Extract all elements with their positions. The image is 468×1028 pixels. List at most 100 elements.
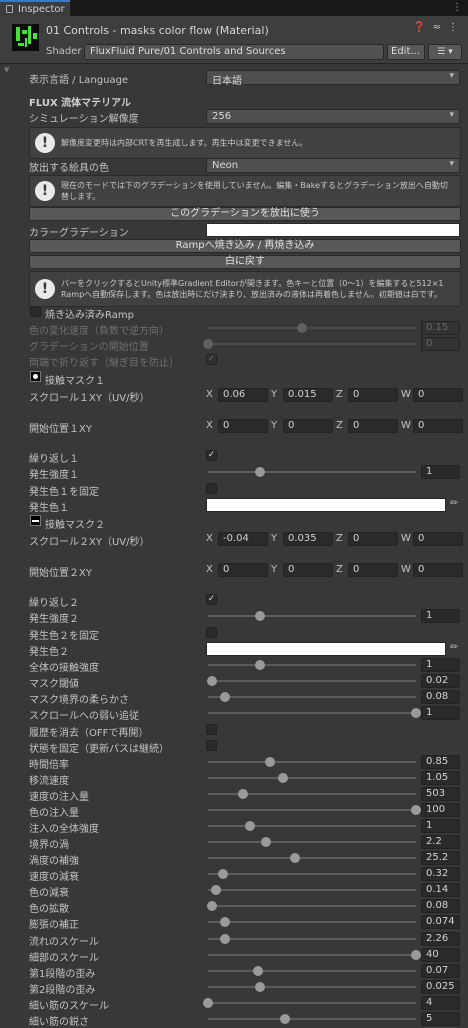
velocity-injection-slider[interactable]	[208, 789, 416, 799]
slider-handle[interactable]	[411, 950, 421, 960]
color-speed-slider[interactable]	[208, 323, 416, 333]
slider-handle[interactable]	[279, 1014, 290, 1024]
eyedropper-icon[interactable]: ✏	[450, 642, 458, 653]
scroll1-y-field[interactable]: 0.015	[283, 388, 333, 402]
slider-handle[interactable]	[203, 339, 213, 349]
gradient-start-slider[interactable]	[203, 339, 416, 349]
mask-softness-slider[interactable]	[208, 692, 416, 702]
offset1-w-field[interactable]: 0	[413, 419, 463, 433]
offset1-x-field[interactable]: 0	[218, 419, 268, 433]
fine-scale-slider[interactable]	[203, 998, 416, 1008]
color-injection-field[interactable]: 100	[421, 803, 460, 817]
scroll2-w-field[interactable]: 0	[413, 532, 463, 546]
intensity1-field[interactable]: 1	[421, 465, 460, 479]
resolution-dropdown[interactable]: 256	[206, 109, 460, 124]
slider-handle[interactable]	[244, 821, 255, 831]
slider-handle[interactable]	[203, 998, 213, 1008]
slider-handle[interactable]	[277, 773, 288, 783]
use-gradient-button[interactable]: このグラデーションを放出に使う	[29, 207, 461, 221]
help-icon[interactable]: ❓	[413, 22, 425, 33]
global-contact-field[interactable]: 1	[421, 658, 460, 672]
velocity-decay-field[interactable]: 0.32	[421, 867, 460, 881]
shader-dropdown[interactable]: FluxFluid Pure/01 Controls and Sources	[84, 44, 384, 60]
scroll2-y-field[interactable]: 0.035	[283, 532, 333, 546]
time-scale-slider[interactable]	[208, 757, 416, 767]
flow-scale-field[interactable]: 2.26	[421, 932, 460, 946]
kebab-menu-icon[interactable]: ⋮	[452, 2, 462, 13]
color2-swatch[interactable]	[206, 642, 446, 656]
slider-handle[interactable]	[255, 660, 265, 670]
scroll1-x-field[interactable]: 0.06	[218, 388, 268, 402]
eyedropper-icon[interactable]: ✏	[450, 498, 458, 509]
time-scale-field[interactable]: 0.85	[421, 755, 460, 769]
offset2-z-field[interactable]: 0	[348, 563, 398, 577]
mask-softness-field[interactable]: 0.08	[421, 690, 460, 704]
slider-handle[interactable]	[207, 901, 218, 911]
vorticity-field[interactable]: 25.2	[421, 851, 460, 865]
advection-speed-field[interactable]: 1.05	[421, 771, 460, 785]
mask-threshold-field[interactable]: 0.02	[421, 674, 460, 688]
expansion-fix-field[interactable]: 0.074	[421, 915, 460, 929]
offset2-x-field[interactable]: 0	[218, 563, 268, 577]
fine-scale-field[interactable]: 4	[421, 996, 460, 1010]
preset-icon[interactable]: ≈	[433, 22, 441, 33]
slider-handle[interactable]	[238, 789, 249, 799]
color-speed-field[interactable]: 0.15	[421, 321, 460, 335]
shader-menu-button[interactable]: ☰ ▾	[428, 44, 462, 60]
warp2-field[interactable]: 0.025	[421, 980, 460, 994]
color-diffusion-slider[interactable]	[207, 901, 416, 911]
warp1-field[interactable]: 0.07	[421, 964, 460, 978]
color-decay-field[interactable]: 0.14	[421, 883, 460, 897]
mask2-texture-thumbnail[interactable]	[30, 515, 41, 526]
baked-ramp-swatch[interactable]	[30, 306, 41, 317]
tab-inspector[interactable]: Inspector	[0, 0, 70, 16]
injection-strength-slider[interactable]	[208, 821, 416, 831]
gradient-start-field[interactable]: 0	[421, 337, 460, 351]
language-dropdown[interactable]: 日本語	[206, 70, 460, 87]
fixcolor1-checkbox[interactable]	[206, 483, 217, 494]
slider-handle[interactable]	[265, 757, 276, 767]
velocity-injection-field[interactable]: 503	[421, 787, 460, 801]
repeat2-checkbox[interactable]: ✓	[206, 594, 217, 605]
reset-white-button[interactable]: 白に戻す	[29, 255, 461, 269]
slider-handle[interactable]	[211, 885, 222, 895]
scroll1-w-field[interactable]: 0	[413, 388, 463, 402]
scroll1-z-field[interactable]: 0	[348, 388, 398, 402]
flow-scale-slider[interactable]	[208, 934, 416, 944]
clear-history-checkbox[interactable]	[206, 724, 217, 735]
offset2-w-field[interactable]: 0	[413, 563, 463, 577]
boundary-vortex-slider[interactable]	[208, 837, 416, 847]
pingpong-checkbox[interactable]: ✓	[206, 354, 217, 365]
more-icon[interactable]: ⋮	[448, 22, 458, 33]
mask-threshold-slider[interactable]	[207, 676, 416, 686]
color-diffusion-field[interactable]: 0.08	[421, 899, 460, 913]
bake-ramp-button[interactable]: Rampへ焼き込み / 再焼き込み	[29, 239, 461, 253]
slider-handle[interactable]	[219, 917, 230, 927]
scroll2-z-field[interactable]: 0	[348, 532, 398, 546]
vorticity-slider[interactable]	[208, 853, 416, 863]
boundary-vortex-field[interactable]: 2.2	[421, 835, 460, 849]
warp2-slider[interactable]	[208, 982, 416, 992]
scroll-follow-field[interactable]: 1	[421, 706, 460, 720]
paint-color-dropdown[interactable]: Neon	[206, 158, 460, 173]
expansion-fix-slider[interactable]	[208, 917, 416, 927]
intensity1-slider[interactable]	[208, 467, 416, 477]
slider-handle[interactable]	[296, 323, 307, 333]
mask1-texture-thumbnail[interactable]	[30, 371, 41, 382]
slider-handle[interactable]	[217, 869, 228, 879]
intensity2-slider[interactable]	[208, 611, 416, 621]
scroll2-x-field[interactable]: -0.04	[218, 532, 268, 546]
detail-scale-field[interactable]: 40	[421, 948, 460, 962]
color-injection-slider[interactable]	[208, 805, 421, 815]
color-decay-slider[interactable]	[208, 885, 416, 895]
slider-handle[interactable]	[261, 837, 272, 847]
slider-handle[interactable]	[219, 692, 230, 702]
offset1-z-field[interactable]: 0	[348, 419, 398, 433]
offset2-y-field[interactable]: 0	[283, 563, 333, 577]
slider-handle[interactable]	[411, 805, 421, 815]
edit-shader-button[interactable]: Edit...	[387, 44, 425, 60]
slider-handle[interactable]	[219, 934, 230, 944]
color-gradient-field[interactable]	[206, 223, 460, 237]
offset1-y-field[interactable]: 0	[283, 419, 333, 433]
slider-handle[interactable]	[255, 611, 265, 621]
